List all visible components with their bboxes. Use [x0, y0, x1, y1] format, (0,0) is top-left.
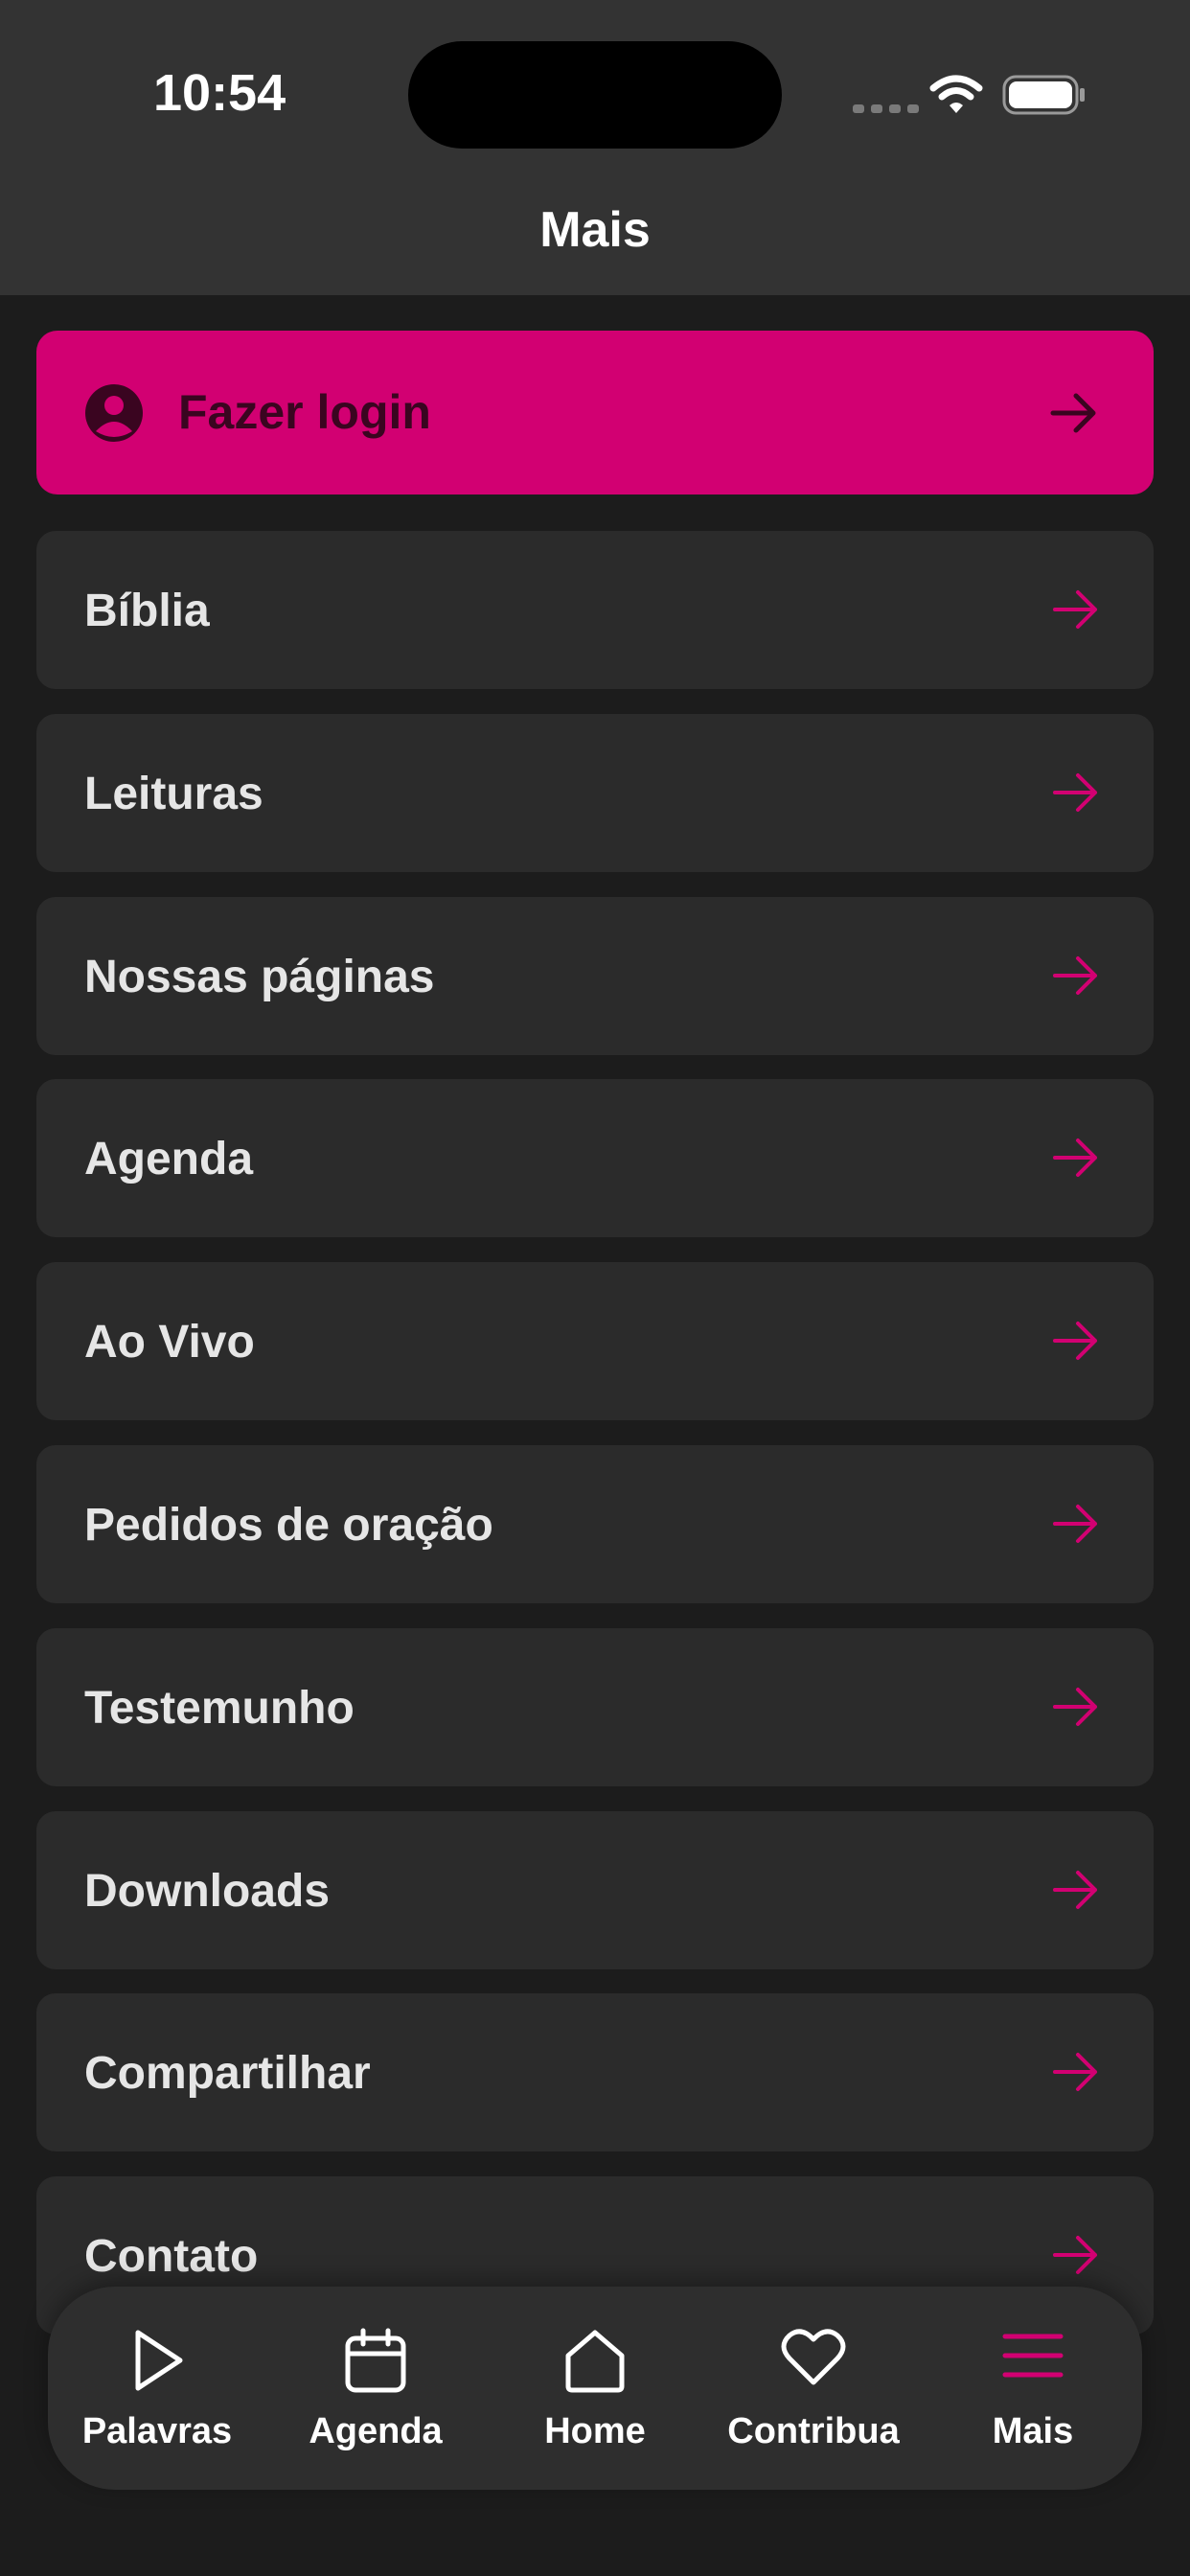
tab-home[interactable]: Home [486, 2287, 704, 2490]
menu-item-label: Nossas páginas [84, 952, 435, 1002]
arrow-right-icon [1053, 2236, 1097, 2274]
user-circle-icon [85, 384, 143, 442]
cellular-signal-icon [853, 104, 919, 113]
arrow-right-icon [1053, 1322, 1097, 1360]
tab-label: Palavras [81, 2411, 233, 2451]
menu-item-pedidos-de-oracao[interactable]: Pedidos de oração [36, 1445, 1154, 1603]
heart-icon [781, 2329, 846, 2385]
arrow-right-icon [1053, 1688, 1097, 1726]
tab-palavras[interactable]: Palavras [48, 2287, 266, 2490]
calendar-icon [345, 2328, 406, 2393]
top-header: 10:54 Mais [0, 0, 1190, 295]
battery-icon [1002, 75, 1085, 115]
menu-item-agenda[interactable]: Agenda [36, 1079, 1154, 1237]
tab-agenda[interactable]: Agenda [266, 2287, 485, 2490]
login-button[interactable]: Fazer login [36, 331, 1154, 494]
menu-item-label: Pedidos de oração [84, 1500, 493, 1551]
tab-mais[interactable]: Mais [924, 2287, 1142, 2490]
menu-item-downloads[interactable]: Downloads [36, 1811, 1154, 1969]
menu-item-label: Downloads [84, 1866, 331, 1917]
menu-item-testemunho[interactable]: Testemunho [36, 1628, 1154, 1786]
play-icon [135, 2330, 183, 2391]
arrow-right-icon [1053, 2053, 1097, 2091]
bottom-tab-bar: Palavras Agenda Home Contribua Mais [48, 2287, 1142, 2490]
status-time: 10:54 [153, 64, 286, 122]
menu-item-label: Ao Vivo [84, 1317, 255, 1368]
menu-item-biblia[interactable]: Bíblia [36, 531, 1154, 689]
menu-item-nossas-paginas[interactable]: Nossas páginas [36, 897, 1154, 1055]
page-title: Mais [539, 202, 651, 258]
arrow-right-icon [1053, 773, 1097, 812]
menu-item-label: Leituras [84, 769, 263, 819]
login-label: Fazer login [178, 385, 431, 439]
wifi-icon [929, 75, 983, 113]
tab-label: Mais [992, 2411, 1074, 2451]
home-icon [565, 2330, 625, 2393]
arrow-right-icon [1050, 393, 1096, 433]
menu-icon [1002, 2334, 1064, 2378]
arrow-right-icon [1053, 590, 1097, 629]
menu-item-label: Testemunho [84, 1683, 355, 1734]
arrow-right-icon [1053, 1871, 1097, 1909]
tab-label: Home [544, 2411, 646, 2451]
menu-item-compartilhar[interactable]: Compartilhar [36, 1993, 1154, 2151]
menu-item-label: Contato [84, 2231, 259, 2282]
arrow-right-icon [1053, 1505, 1097, 1543]
tab-label: Contribua [727, 2411, 900, 2451]
tab-contribua[interactable]: Contribua [704, 2287, 923, 2490]
arrow-right-icon [1053, 956, 1097, 995]
menu-item-label: Compartilhar [84, 2048, 371, 2099]
menu-item-ao-vivo[interactable]: Ao Vivo [36, 1262, 1154, 1420]
dynamic-island [408, 41, 782, 149]
tab-label: Agenda [309, 2411, 443, 2451]
menu-item-label: Agenda [84, 1134, 254, 1184]
menu-item-label: Bíblia [84, 586, 210, 636]
arrow-right-icon [1053, 1138, 1097, 1177]
menu-item-leituras[interactable]: Leituras [36, 714, 1154, 872]
